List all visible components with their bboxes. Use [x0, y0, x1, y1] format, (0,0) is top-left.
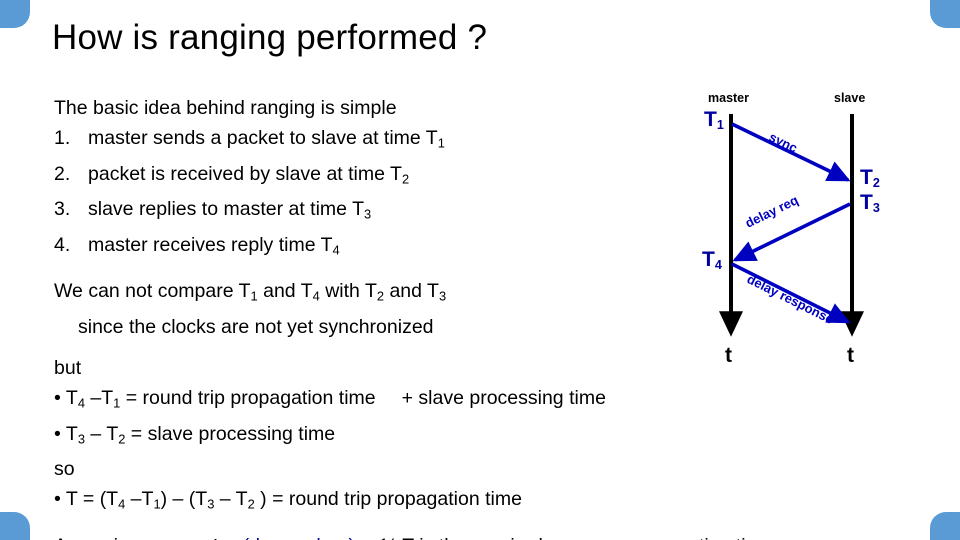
final-equation-part-3: ) – (T [160, 488, 208, 511]
step-3-number: 3. [54, 198, 71, 221]
comparison-sub-2: 4 [312, 288, 320, 304]
assuming-open-paren: (d [237, 535, 260, 540]
slave-node-label: slave [834, 91, 866, 105]
bullet-2-part-1: T [65, 422, 78, 445]
step-2-number: 2. [54, 162, 71, 185]
assuming-close-paren: ) [348, 535, 355, 540]
comparison-sub-1: 1 [250, 288, 258, 304]
delay-response-message-label: delay response [745, 271, 836, 327]
intro-line: The basic idea behind ranging is simple [54, 97, 397, 119]
diagram-svg: sync delay req delay response [719, 114, 864, 337]
assuming-result: ½ T is the required one-way propagation … [381, 535, 773, 540]
T2-sub: 2 [872, 176, 880, 191]
T3-sub: 3 [872, 201, 880, 216]
comparison-part-3: with T [319, 280, 377, 303]
bullet-item-2: • T3 – T2 = slave processing time [54, 419, 694, 455]
step-4-subscript: 4 [332, 242, 340, 258]
final-equation-part-1: T = (T [65, 488, 119, 511]
final-equation-sub-4: 2 [247, 496, 255, 512]
T1-base: T [704, 108, 717, 131]
step-3-text: slave replies to master at time T [88, 198, 364, 221]
T3-base: T [860, 191, 873, 214]
bullet-1-marker: • [54, 386, 61, 409]
T1-sub: 1 [716, 118, 724, 133]
bullet-2-part-2: – T [84, 422, 119, 445]
comparison-part-4: and T [384, 280, 439, 303]
step-3-subscript: 3 [364, 206, 372, 222]
time-point-T2: T2 [860, 166, 880, 190]
comparison-line-2: since the clocks are not yet synchronize… [78, 315, 434, 338]
comparison-sub-4: 3 [438, 288, 447, 304]
ranging-sequence-diagram: sync delay req delay response master sla… [690, 91, 890, 377]
T2-base: T [860, 166, 873, 189]
corner-decoration-top-left [0, 0, 30, 28]
time-point-T4: T4 [702, 248, 722, 272]
slave-time-axis-label: t [847, 344, 854, 367]
final-equation: • T = (T4 –T1) – (T3 – T2 ) = round trip… [54, 484, 694, 520]
numbered-step-2: 2. packet is received by slave at time T2 [54, 159, 694, 195]
bullet-2-marker: • [54, 422, 61, 445]
final-equation-part-2: –T [125, 488, 154, 511]
bullet-2-sub-1: 3 [77, 431, 85, 447]
time-point-T3: T3 [860, 191, 880, 215]
final-equation-sub-2: 1 [153, 496, 161, 512]
assuming-lead: Assuming [54, 535, 145, 540]
so-label: so [54, 458, 75, 481]
time-point-T1: T1 [704, 108, 724, 132]
step-2-subscript: 2 [401, 171, 410, 187]
bullet-1-sub-1: 4 [77, 395, 85, 411]
slide-title: How is ranging performed ? [52, 18, 488, 57]
master-node-label: master [708, 91, 749, 105]
numbered-step-1: 1. master sends a packet to slave at time… [54, 123, 694, 159]
T4-sub: 4 [714, 258, 722, 273]
step-1-subscript: 1 [437, 135, 445, 151]
master-time-axis-label: t [725, 344, 732, 367]
corner-decoration-bottom-left [0, 512, 30, 540]
bullet-item-1: • T4 –T1 = round trip propagation time + … [54, 383, 694, 419]
delay-req-message-label: delay req [743, 192, 801, 231]
slide-canvas: How is ranging performed ? The basic ide… [0, 0, 960, 540]
bullet-1-extra: + slave processing time [401, 386, 606, 409]
slide-body: The basic idea behind ranging is simple … [54, 93, 773, 540]
assuming-equals: = d [288, 535, 321, 540]
final-equation-marker: • [54, 488, 61, 511]
numbered-step-4: 4. master receives reply time T4 [54, 230, 694, 266]
assuming-symmetry-line: Assuming symmetry (d1➜2 = d3➜4)½ T is th… [54, 531, 773, 540]
bullet-1-part-1: T [65, 386, 78, 409]
comparison-part-2: and T [257, 280, 313, 303]
numbered-step-3: 3. slave replies to master at time T3 [54, 194, 694, 230]
bullet-1-part-3: = round trip propagation time [120, 386, 376, 409]
comparison-line: We can not compare T1 and T4 with T2 and… [54, 276, 694, 312]
sync-message-label: sync [767, 129, 800, 155]
corner-decoration-bottom-right [930, 512, 960, 540]
bullet-1-part-2: –T [84, 386, 114, 409]
step-4-number: 4. [54, 233, 71, 256]
corner-decoration-top-right [930, 0, 960, 28]
but-label: but [54, 356, 82, 379]
step-1-number: 1. [54, 127, 71, 149]
symmetry-keyword: symmetry [145, 535, 237, 540]
step-4-text: master receives reply time T [88, 233, 333, 256]
comparison-sub-3: 2 [376, 288, 385, 304]
bullet-2-part-3: = slave processing time [125, 422, 336, 445]
final-equation-part-4: – T [214, 488, 248, 511]
step-1-text: master sends a packet to slave at time T [88, 127, 438, 149]
step-2-text: packet is received by slave at time T [88, 162, 402, 185]
T4-base: T [702, 248, 715, 271]
final-equation-part-5: ) = round trip propagation time [254, 488, 522, 511]
comparison-part-1: We can not compare T [54, 280, 251, 303]
